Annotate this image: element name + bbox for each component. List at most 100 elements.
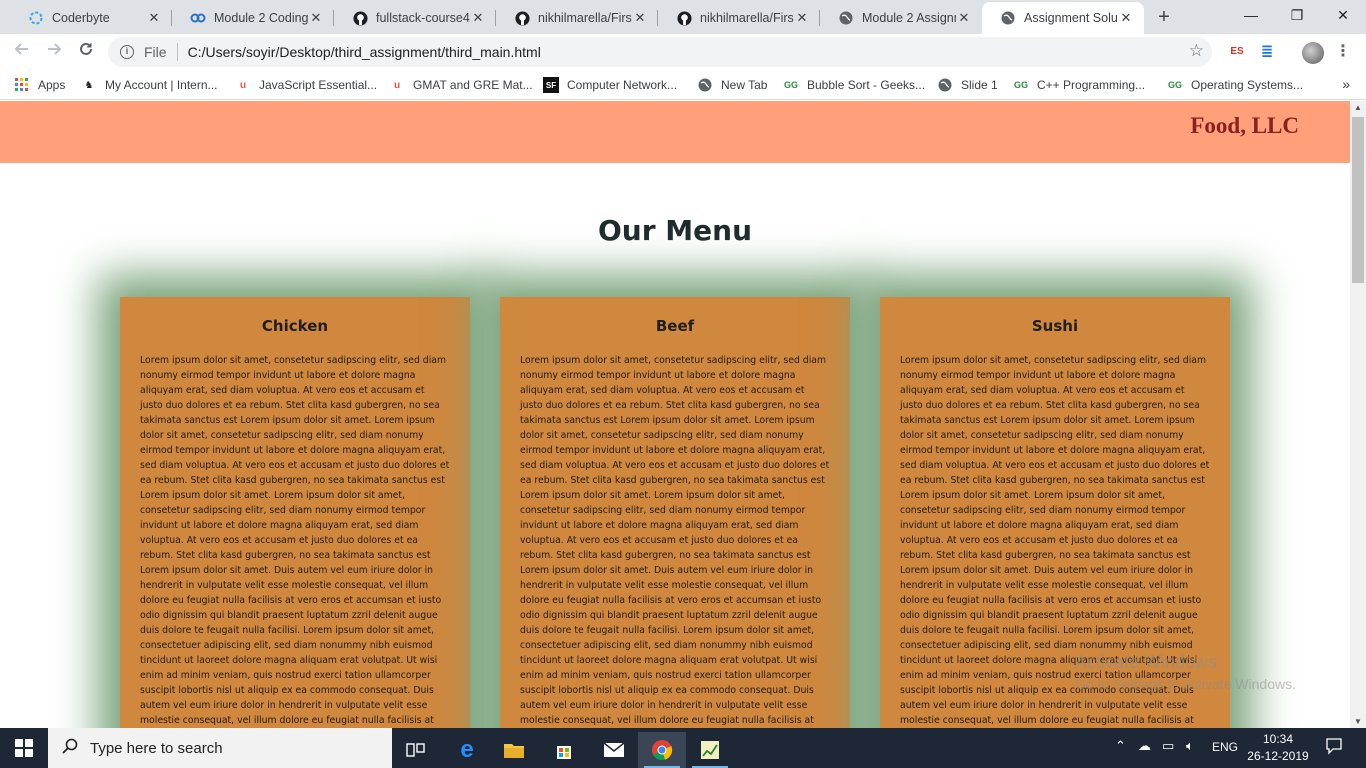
close-icon[interactable]: ✕ <box>1118 10 1134 26</box>
tab-strip: Coderbyte ✕ Module 2 Coding ✕ fullstack-… <box>0 0 1366 34</box>
task-view-icon[interactable] <box>392 732 440 768</box>
activate-windows-watermark: Activate Windows <box>1075 652 1218 672</box>
coursera-icon <box>190 10 206 26</box>
site-header: Food, LLC <box>0 101 1350 163</box>
file-explorer-icon[interactable] <box>490 732 538 768</box>
brand-name: Food, LLC <box>1190 113 1299 138</box>
tab-coderbyte[interactable]: Coderbyte ✕ <box>10 2 172 34</box>
edge-icon[interactable]: e <box>443 732 491 768</box>
close-icon[interactable]: ✕ <box>308 10 324 26</box>
page-scrollbar[interactable]: ▲ ▼ <box>1350 101 1366 728</box>
github-icon <box>514 10 530 26</box>
tab-module2-coding[interactable]: Module 2 Coding ✕ <box>172 2 334 34</box>
taskbar-search-box[interactable]: Type here to search <box>48 728 392 768</box>
forward-button[interactable] <box>42 40 66 64</box>
bookmark-label: Bubble Sort - Geeks... <box>807 78 926 92</box>
scroll-down-icon[interactable]: ▼ <box>1354 717 1362 726</box>
tab-assignment-solution[interactable]: Assignment Soluti ✕ <box>982 2 1144 34</box>
es-extension-icon[interactable]: ES <box>1228 43 1246 61</box>
browser-toolbar: i File C:/Users/soyir/Desktop/third_assi… <box>0 34 1366 70</box>
bookmark-new-tab[interactable]: New Tab <box>697 76 767 94</box>
bookmark-cpp[interactable]: GG C++ Programming... <box>1013 76 1145 94</box>
url-scheme: File <box>144 44 167 60</box>
bookmark-label: Computer Network... <box>567 78 678 92</box>
apps-grid-icon <box>14 77 30 93</box>
close-icon[interactable]: ✕ <box>794 10 810 26</box>
bookmark-bubble-sort[interactable]: GG Bubble Sort - Geeks... <box>783 76 925 94</box>
back-button[interactable] <box>10 40 34 64</box>
globe-icon <box>838 10 854 26</box>
bookmark-label: Operating Systems... <box>1191 78 1304 92</box>
coderbyte-icon <box>28 10 44 26</box>
maximize-button[interactable]: ❐ <box>1274 0 1320 30</box>
clock[interactable]: 10:34 26-12-2019 <box>1246 731 1310 765</box>
address-bar[interactable]: i File C:/Users/soyir/Desktop/third_assi… <box>108 37 1212 67</box>
bookmark-label: My Account | Intern... <box>105 78 218 92</box>
store-icon[interactable] <box>540 732 588 768</box>
chrome-icon[interactable] <box>638 732 686 768</box>
menu-card-beef: Beef Lorem ipsum dolor sit amet, consete… <box>500 297 850 728</box>
new-tab-button[interactable]: + <box>1152 6 1176 30</box>
bookmark-slide-1[interactable]: Slide 1 <box>937 76 998 94</box>
tab-title: Assignment Soluti <box>1024 11 1118 25</box>
profile-avatar[interactable] <box>1302 42 1324 64</box>
close-icon[interactable]: ✕ <box>470 10 486 26</box>
github-icon <box>352 10 368 26</box>
page-viewport: Food, LLC Our Menu Chicken Lorem ipsum d… <box>0 101 1350 728</box>
bookmark-label: C++ Programming... <box>1037 78 1146 92</box>
minimize-button[interactable]: — <box>1228 0 1274 30</box>
tab-fullstack-course[interactable]: fullstack-course4/ ✕ <box>334 2 496 34</box>
scroll-up-icon[interactable]: ▲ <box>1354 103 1362 112</box>
card-text: Lorem ipsum dolor sit amet, consetetur s… <box>140 355 450 726</box>
close-window-button[interactable]: ✕ <box>1320 0 1366 30</box>
page-title: Our Menu <box>597 214 752 247</box>
omnibox-divider <box>176 43 178 61</box>
bookmark-operating-systems[interactable]: GG Operating Systems... <box>1167 76 1303 94</box>
start-button[interactable] <box>0 728 48 768</box>
notifications-icon[interactable] <box>1325 737 1343 758</box>
udemy-icon: u <box>239 79 247 91</box>
database-extension-icon[interactable]: ≣ <box>1258 43 1276 61</box>
chart-app-icon[interactable] <box>686 732 734 768</box>
windows-logo-icon <box>15 739 33 757</box>
activate-windows-subtext: Go to Settings to activate Windows. <box>1075 676 1296 692</box>
language-indicator[interactable]: ENG <box>1212 740 1238 754</box>
card-title: Beef <box>655 317 695 335</box>
tab-title: fullstack-course4/ <box>376 11 470 25</box>
close-icon[interactable]: ✕ <box>632 10 648 26</box>
bookmark-label: GMAT and GRE Mat... <box>413 78 533 92</box>
bookmark-javascript[interactable]: u JavaScript Essential... <box>235 76 377 94</box>
bookmark-computer-network[interactable]: SF Computer Network... <box>543 76 677 94</box>
tab-nikhilmarella-2[interactable]: nikhilmarella/First ✕ <box>658 2 820 34</box>
bookmark-apps[interactable]: Apps <box>14 76 65 94</box>
scrollbar-thumb[interactable] <box>1352 117 1364 283</box>
globe-icon <box>697 77 713 93</box>
menu-card-chicken: Chicken Lorem ipsum dolor sit amet, cons… <box>120 297 470 728</box>
bookmark-my-account[interactable]: ♞ My Account | Intern... <box>81 76 218 94</box>
forward-arrow-icon <box>48 43 62 55</box>
search-icon <box>62 738 78 759</box>
bookmark-gmat[interactable]: u GMAT and GRE Mat... <box>389 76 533 94</box>
menu-kebab-icon[interactable]: ⋮ <box>1334 43 1352 61</box>
reload-button[interactable] <box>74 40 98 64</box>
mail-icon[interactable] <box>590 732 638 768</box>
tab-module2-assignment[interactable]: Module 2 Assignm ✕ <box>820 2 982 34</box>
close-icon[interactable]: ✕ <box>956 10 972 26</box>
bookmark-label: New Tab <box>721 78 768 92</box>
tab-title: nikhilmarella/First <box>700 11 794 25</box>
bookmarks-overflow-button[interactable]: » <box>1342 76 1350 92</box>
show-hidden-icons-icon[interactable]: ⌃ <box>1115 738 1126 754</box>
tab-title: Coderbyte <box>52 11 110 25</box>
network-icon[interactable]: ▭ <box>1162 738 1174 754</box>
windows-taskbar: Type here to search e ⌃ ☁ ▭ 🔈︎ ENG 10:34… <box>0 728 1366 768</box>
close-icon[interactable]: ✕ <box>146 10 162 26</box>
sf-icon: SF <box>543 77 559 93</box>
bookmark-label: Slide 1 <box>961 78 998 92</box>
onedrive-icon[interactable]: ☁ <box>1138 738 1151 754</box>
volume-icon[interactable]: 🔈︎ <box>1186 738 1194 754</box>
bookmark-star-icon[interactable]: ☆ <box>1189 41 1204 61</box>
info-icon[interactable]: i <box>120 45 134 59</box>
url-text[interactable]: C:/Users/soyir/Desktop/third_assignment/… <box>188 44 541 60</box>
ninja-icon: ♞ <box>84 79 94 91</box>
tab-nikhilmarella-1[interactable]: nikhilmarella/First ✕ <box>496 2 658 34</box>
